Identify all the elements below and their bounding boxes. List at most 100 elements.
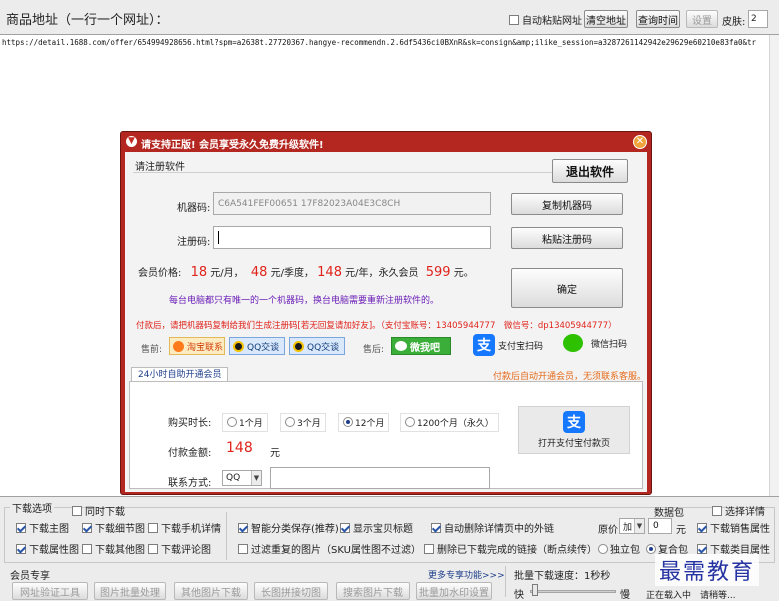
- dialog-app-icon: ▼: [126, 136, 137, 147]
- reg-code-input[interactable]: [213, 226, 491, 249]
- machine-code-field[interactable]: C6A541FEF00651 17F82023A04E3C8CH: [213, 192, 491, 215]
- search-image-download-button[interactable]: 搜索图片下载: [336, 582, 410, 600]
- radio-circle[interactable]: [405, 417, 415, 427]
- duration-1m-option[interactable]: 1个月: [222, 413, 268, 432]
- open-alipay-button[interactable]: 支 打开支付宝付款页: [518, 406, 630, 454]
- dialog-body: 请注册软件 退出软件 机器码: C6A541FEF00651 17F82023A…: [125, 152, 647, 492]
- checkbox-box[interactable]: [148, 544, 158, 554]
- auto-delete-ext-checkbox[interactable]: 自动删除详情页中的外链: [431, 520, 554, 535]
- watermark-text: 最需教育: [655, 554, 760, 586]
- aftersale-label: 售后:: [363, 345, 385, 355]
- wechat-scan-item[interactable]: 微信扫码: [563, 334, 627, 352]
- pay-amount-value: 148: [226, 440, 253, 456]
- clear-urls-button[interactable]: 清空地址: [584, 10, 628, 28]
- main-img-checkbox[interactable]: 下载主图: [16, 520, 69, 535]
- radio-circle[interactable]: [343, 417, 353, 427]
- duration-label: 购买时长:: [168, 418, 212, 429]
- url-verify-tool-button[interactable]: 网址验证工具: [12, 582, 88, 600]
- taobao-label: 淘宝联系: [187, 342, 224, 353]
- settings-button[interactable]: 设置: [686, 10, 718, 28]
- register-group-divider: [133, 172, 553, 173]
- speed-divider: [505, 566, 506, 597]
- show-title-checkbox[interactable]: 显示宝贝标题: [340, 520, 413, 535]
- speed-fast-label: 快: [514, 590, 524, 601]
- duration-3m-option[interactable]: 3个月: [280, 413, 326, 432]
- contact-type-select[interactable]: QQ ▼: [222, 470, 262, 486]
- self-service-tab[interactable]: 24小时自助开通会员: [131, 367, 229, 382]
- qq-chat-button-2[interactable]: QQ交谈: [289, 337, 345, 355]
- checkbox-box[interactable]: [431, 523, 441, 533]
- checkbox-box[interactable]: [82, 523, 92, 533]
- checkbox-box[interactable]: [509, 15, 519, 25]
- batch-watermark-button[interactable]: 批量加水印设置: [416, 582, 492, 600]
- smart-save-checkbox[interactable]: 智能分类保存(推荐): [238, 520, 339, 535]
- checkbox-box[interactable]: [16, 523, 26, 533]
- price-unit-label: 元: [676, 525, 686, 536]
- dialog-title: 请支持正版! 会员享受永久免费升级软件!: [141, 140, 324, 151]
- price-month-unit: 元/月，: [210, 268, 244, 279]
- batch-image-process-button[interactable]: 图片批量处理: [94, 582, 166, 600]
- checkbox-box[interactable]: [697, 544, 707, 554]
- sync-download-checkbox[interactable]: 同时下载: [72, 503, 125, 518]
- sales-attr-checkbox[interactable]: 下载销售属性: [697, 520, 770, 535]
- chevron-down-icon: ▼: [634, 519, 644, 533]
- status-text-1: 正在载入中: [646, 591, 692, 601]
- price-forever: 599: [425, 265, 451, 280]
- query-time-button[interactable]: 查询时间: [636, 10, 680, 28]
- weixin-contact-button[interactable]: 微我吧: [391, 337, 451, 355]
- radio-circle[interactable]: [598, 544, 608, 554]
- other-img-checkbox[interactable]: 下载其他图: [82, 541, 145, 556]
- exit-software-button[interactable]: 退出软件: [552, 159, 628, 183]
- register-group-label: 请注册软件: [135, 162, 185, 173]
- textarea-scrollbar[interactable]: [769, 35, 779, 496]
- detail-img-checkbox[interactable]: 下载细节图: [82, 520, 145, 535]
- price-op-select[interactable]: 加 ▼: [619, 518, 645, 534]
- single-pack-radio[interactable]: 独立包: [598, 541, 640, 556]
- radio-circle[interactable]: [646, 544, 656, 554]
- duration-forever-option[interactable]: 1200个月（永久）: [400, 413, 499, 432]
- other-image-download-button[interactable]: 其他图片下载: [174, 582, 248, 600]
- checkbox-box[interactable]: [697, 523, 707, 533]
- skin-label: 皮肤:: [722, 17, 746, 28]
- confirm-button[interactable]: 确定: [511, 268, 623, 308]
- comment-img-checkbox[interactable]: 下载评论图: [148, 541, 211, 556]
- duration-12m-option[interactable]: 12个月: [338, 413, 390, 432]
- presale-label: 售前:: [141, 345, 163, 355]
- speed-slider-track[interactable]: [530, 590, 616, 593]
- long-image-stitch-button[interactable]: 长图拼接切图: [254, 582, 328, 600]
- paste-reg-code-button[interactable]: 粘贴注册码: [511, 227, 623, 249]
- contact-input[interactable]: [270, 467, 490, 489]
- machine-code-label: 机器码:: [177, 203, 211, 214]
- delete-done-checkbox[interactable]: 删除已下载完成的链接（断点续传）: [424, 541, 597, 556]
- taobao-icon: [173, 340, 184, 352]
- checkbox-box[interactable]: [148, 523, 158, 533]
- radio-circle[interactable]: [285, 417, 295, 427]
- more-features-link[interactable]: 更多专享功能>>>: [428, 568, 505, 581]
- checkbox-box[interactable]: [72, 506, 82, 516]
- copy-machine-code-button[interactable]: 复制机器码: [511, 193, 623, 215]
- skin-select[interactable]: 2: [748, 10, 768, 28]
- text-caret: [218, 231, 219, 244]
- checkbox-box[interactable]: [340, 523, 350, 533]
- filter-dup-checkbox[interactable]: 过滤重复的图片（SKU属性图不过滤）: [238, 541, 421, 556]
- payment-notice: 付款后，请把机器码复制给我们生成注册码[若无回复请加好友]。（支付宝账号：134…: [136, 321, 617, 331]
- checkbox-box[interactable]: [82, 544, 92, 554]
- radio-circle[interactable]: [227, 417, 237, 427]
- close-icon[interactable]: ✕: [633, 135, 647, 149]
- speed-slider-handle[interactable]: [532, 584, 538, 596]
- auto-paste-checkbox[interactable]: 自动粘贴网址: [509, 12, 582, 27]
- checkbox-box[interactable]: [238, 523, 248, 533]
- checkbox-box[interactable]: [238, 544, 248, 554]
- alipay-scan-item[interactable]: 支 支付宝扫码: [473, 334, 543, 356]
- attr-img-checkbox[interactable]: 下载属性图: [16, 541, 79, 556]
- taobao-contact-button[interactable]: 淘宝联系: [169, 337, 225, 355]
- price-adjust-input[interactable]: 0: [648, 518, 672, 534]
- checkbox-box[interactable]: [16, 544, 26, 554]
- checkbox-box[interactable]: [712, 506, 722, 516]
- speed-label: 批量下载速度：1秒秒: [514, 571, 611, 582]
- mobile-detail-checkbox[interactable]: 下载手机详情: [148, 520, 221, 535]
- fill-detail-checkbox[interactable]: 选择详情: [712, 503, 765, 518]
- qq-chat-button-1[interactable]: QQ交谈: [229, 337, 285, 355]
- checkbox-box[interactable]: [424, 544, 434, 554]
- wechat-pay-icon: [563, 334, 583, 352]
